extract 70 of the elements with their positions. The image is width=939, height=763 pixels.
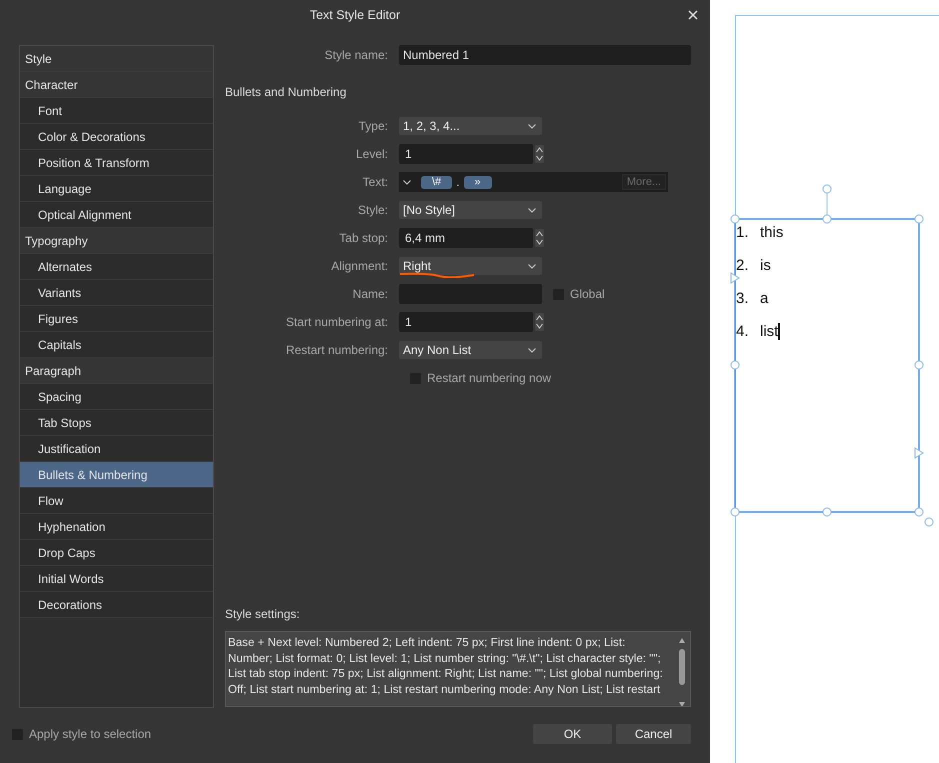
list-number: 1. (736, 224, 750, 241)
list-number: 3. (736, 290, 750, 307)
token-text: . (456, 175, 460, 189)
sidebar-item[interactable]: Justification (20, 436, 213, 462)
stepper-icon[interactable] (535, 229, 544, 247)
sidebar-item[interactable]: Drop Caps (20, 540, 213, 566)
window-title: Text Style Editor (310, 8, 400, 22)
field-label: Name: (352, 287, 389, 301)
field-label: Alignment: (330, 259, 389, 273)
list-number: 2. (736, 257, 750, 274)
checkbox-label: Restart numbering now (427, 371, 552, 385)
style-settings-label: Style settings: (225, 607, 301, 623)
sidebar-item[interactable]: Typography (20, 228, 213, 254)
list-text: list (760, 323, 778, 340)
list-text: this (760, 224, 784, 241)
caret-icon (528, 348, 536, 352)
sidebar-item[interactable]: Spacing (20, 384, 213, 410)
sidebar-item[interactable]: Flow (20, 488, 213, 514)
list-text: is (760, 257, 771, 274)
token-chip[interactable]: \# (421, 176, 452, 188)
style-name-field[interactable]: Numbered 1 (399, 45, 691, 65)
checkbox-label: Global (570, 287, 605, 301)
dialog-button[interactable]: Cancel (616, 724, 691, 744)
token-chip[interactable]: » (464, 176, 492, 188)
dropdown[interactable]: [No Style] (399, 201, 542, 219)
sidebar-item[interactable]: Capitals (20, 332, 213, 358)
sidebar-item[interactable]: Figures (20, 306, 213, 332)
dialog-button[interactable]: OK (533, 724, 612, 744)
sidebar-item[interactable]: Color & Decorations (20, 124, 213, 150)
caret-icon (528, 208, 536, 212)
field-label: Text: (362, 175, 389, 189)
sidebar-item[interactable]: Hyphenation (20, 514, 213, 540)
sidebar-item[interactable]: Language (20, 176, 213, 202)
sidebar-item[interactable]: Paragraph (20, 358, 213, 384)
dropdown[interactable]: Right (399, 257, 542, 275)
caret-icon (528, 264, 536, 268)
caret-icon (528, 124, 536, 128)
number-field[interactable]: 6,4 mm (399, 228, 533, 248)
caret-icon[interactable] (403, 180, 411, 184)
section-title: Bullets and Numbering (225, 85, 348, 101)
stepper-icon[interactable] (535, 313, 544, 331)
number-field[interactable]: 1 (399, 312, 533, 332)
field-label: Type: (358, 119, 389, 133)
text-cursor (778, 323, 780, 340)
field-label: Style name: (324, 48, 389, 62)
number-field[interactable]: 1 (399, 144, 533, 164)
list-number: 4. (736, 323, 750, 340)
close-icon[interactable] (688, 10, 698, 20)
dropdown[interactable]: 1, 2, 3, 4... (399, 117, 542, 135)
sidebar-item[interactable]: Alternates (20, 254, 213, 280)
field-label: Style: (356, 203, 389, 217)
sidebar-item[interactable]: Initial Words (20, 566, 213, 592)
field-label: Level: (354, 147, 389, 161)
stepper-icon[interactable] (535, 145, 544, 163)
sidebar-item[interactable]: Variants (20, 280, 213, 306)
field-label: Tab stop: (338, 231, 389, 245)
list-text: a (760, 290, 768, 307)
sidebar-item[interactable]: Optical Alignment (20, 202, 213, 228)
style-settings-text: Base + Next level: Numbered 2; Left indent: 75 px; First line indent: 0 px; List: Number; List format: 0; List level: 1; List number string: "\#.\t"; List character style: ""; List tab stop indent: 75 px; List alignment: Right; List name: ""; List global numbering: Off; List start numbering at: 1; List restart numbering mode: Any Non List; List restart (227, 635, 664, 698)
sidebar-item[interactable]: Style (20, 46, 213, 72)
dropdown[interactable]: Any Non List (399, 341, 542, 359)
field-label: Restart numbering: (284, 343, 389, 357)
checkbox-label: Apply style to selection (29, 727, 152, 741)
sidebar-item[interactable]: Character (20, 72, 213, 98)
sidebar-item[interactable]: Tab Stops (20, 410, 213, 436)
sidebar-item[interactable]: Font (20, 98, 213, 124)
sidebar-item[interactable]: Bullets & Numbering (20, 462, 213, 488)
sidebar-item[interactable]: Position & Transform (20, 150, 213, 176)
sidebar-item[interactable]: Decorations (20, 592, 213, 618)
field-label: Start numbering at: (284, 315, 389, 329)
